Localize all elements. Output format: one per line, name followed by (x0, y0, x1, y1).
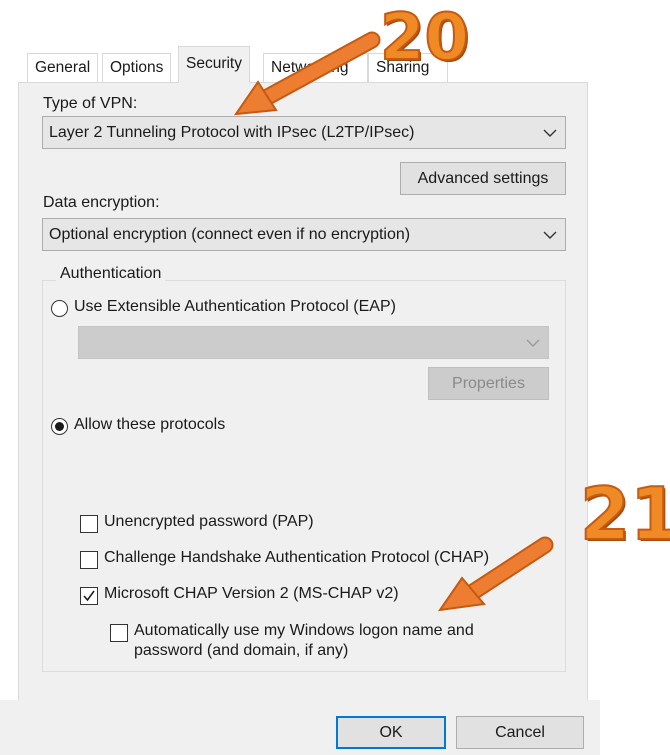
auto-logon-label-line1: Automatically use my Windows logon name … (134, 622, 474, 639)
data-encryption-select[interactable]: Optional encryption (connect even if no … (42, 218, 566, 251)
tab-general[interactable]: General (27, 53, 99, 82)
callout-number-20: 20 (379, 1, 470, 75)
advanced-settings-button[interactable]: Advanced settings (400, 162, 566, 195)
chap-checkbox[interactable] (80, 551, 98, 569)
radio-selected-dot (55, 422, 64, 431)
vpn-type-value: Layer 2 Tunneling Protocol with IPsec (L… (49, 124, 415, 141)
tab-options[interactable]: Options (102, 53, 172, 82)
pap-checkbox[interactable] (80, 515, 98, 533)
chevron-down-icon (526, 339, 540, 347)
eap-method-select[interactable] (78, 326, 549, 359)
properties-button[interactable]: Properties (428, 367, 549, 400)
cancel-button[interactable]: Cancel (456, 716, 584, 749)
vpn-type-select[interactable]: Layer 2 Tunneling Protocol with IPsec (L… (42, 116, 566, 149)
eap-radio[interactable] (51, 300, 68, 317)
ok-button[interactable]: OK (336, 716, 446, 749)
mschapv2-label: Microsoft CHAP Version 2 (MS-CHAP v2) (104, 585, 399, 602)
auto-logon-checkbox[interactable] (110, 624, 128, 642)
mschapv2-checkbox[interactable] (80, 587, 98, 605)
data-encryption-label: Data encryption: (43, 194, 160, 211)
callout-number-21: 21 (579, 472, 670, 556)
vpn-type-label: Type of VPN: (43, 95, 138, 112)
chap-label: Challenge Handshake Authentication Proto… (104, 549, 490, 566)
tab-security[interactable]: Security (178, 46, 250, 83)
data-encryption-value: Optional encryption (connect even if no … (49, 226, 411, 243)
chevron-down-icon (543, 231, 557, 239)
chevron-down-icon (543, 129, 557, 137)
pap-label: Unencrypted password (PAP) (104, 513, 314, 530)
checkmark-icon (83, 590, 95, 602)
authentication-legend: Authentication (56, 265, 166, 283)
allow-protocols-radio[interactable] (51, 418, 68, 435)
auto-logon-label-line2: password (and domain, if any) (134, 642, 349, 659)
eap-radio-label: Use Extensible Authentication Protocol (… (74, 298, 396, 315)
tab-networking[interactable]: Networking (263, 53, 368, 82)
allow-protocols-label: Allow these protocols (74, 416, 226, 433)
